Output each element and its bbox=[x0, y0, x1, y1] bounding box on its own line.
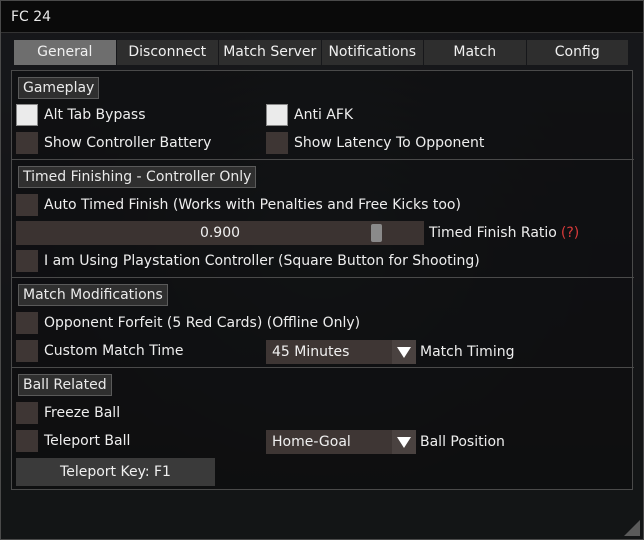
tab-notifications[interactable]: Notifications bbox=[321, 40, 423, 65]
section-divider bbox=[12, 367, 634, 368]
tab-match-server[interactable]: Match Server bbox=[219, 40, 321, 65]
auto-timed-finish-label: Auto Timed Finish (Works with Penalties … bbox=[44, 197, 461, 213]
auto-timed-finish-checkbox[interactable] bbox=[16, 194, 38, 216]
gameplay-header: Gameplay bbox=[18, 77, 100, 99]
custom-match-time-row: Custom Match Time bbox=[16, 340, 184, 362]
anti-afk-checkbox[interactable] bbox=[266, 104, 288, 126]
teleport-key-button[interactable]: Teleport Key: F1 bbox=[16, 458, 215, 486]
match-modifications-header: Match Modifications bbox=[18, 284, 168, 306]
tab-bar: General Disconnect Match Server Notifica… bbox=[14, 40, 628, 65]
window-title[interactable]: FC 24 bbox=[1, 1, 643, 33]
freeze-ball-checkbox[interactable] bbox=[16, 402, 38, 424]
mod-menu-window: FC 24 General Disconnect Match Server No… bbox=[0, 0, 644, 540]
teleport-ball-row: Teleport Ball bbox=[16, 430, 130, 452]
alt-tab-bypass-row: Alt Tab Bypass bbox=[16, 104, 146, 126]
match-timing-dropdown[interactable]: 45 Minutes bbox=[266, 340, 416, 364]
anti-afk-label: Anti AFK bbox=[294, 107, 354, 123]
general-panel: Gameplay Alt Tab Bypass Anti AFK Show Co… bbox=[11, 70, 634, 490]
ball-position-label: Ball Position bbox=[420, 434, 505, 450]
tab-disconnect[interactable]: Disconnect bbox=[116, 40, 218, 65]
alt-tab-bypass-label: Alt Tab Bypass bbox=[44, 107, 146, 123]
teleport-ball-checkbox[interactable] bbox=[16, 430, 38, 452]
timed-finishing-header: Timed Finishing - Controller Only bbox=[18, 166, 257, 188]
slider-thumb[interactable] bbox=[370, 224, 382, 242]
match-timing-label: Match Timing bbox=[420, 344, 515, 360]
opponent-forfeit-label: Opponent Forfeit (5 Red Cards) (Offline … bbox=[44, 315, 361, 331]
custom-match-time-label: Custom Match Time bbox=[44, 343, 184, 359]
timed-finish-ratio-row: Timed Finish Ratio (?) bbox=[429, 221, 579, 245]
show-latency-label: Show Latency To Opponent bbox=[294, 135, 485, 151]
section-divider bbox=[12, 277, 634, 278]
custom-match-time-checkbox[interactable] bbox=[16, 340, 38, 362]
timed-finish-ratio-slider[interactable]: 0.900 bbox=[16, 221, 424, 245]
freeze-ball-label: Freeze Ball bbox=[44, 405, 121, 421]
ball-related-header: Ball Related bbox=[18, 374, 112, 396]
section-divider bbox=[12, 159, 634, 160]
show-controller-battery-label: Show Controller Battery bbox=[44, 135, 212, 151]
auto-timed-finish-row: Auto Timed Finish (Works with Penalties … bbox=[16, 194, 461, 216]
dropdown-arrow-icon[interactable] bbox=[392, 430, 416, 454]
timed-finish-ratio-label: Timed Finish Ratio bbox=[429, 225, 557, 241]
show-latency-checkbox[interactable] bbox=[266, 132, 288, 154]
ball-position-value: Home-Goal bbox=[272, 434, 351, 450]
resize-grip-icon[interactable] bbox=[624, 520, 640, 536]
timed-finish-ratio-value: 0.900 bbox=[199, 225, 241, 241]
playstation-controller-label: I am Using Playstation Controller (Squar… bbox=[44, 253, 480, 269]
ball-position-dropdown[interactable]: Home-Goal bbox=[266, 430, 416, 454]
match-timing-label-row: Match Timing bbox=[420, 340, 514, 364]
alt-tab-bypass-checkbox[interactable] bbox=[16, 104, 38, 126]
show-controller-battery-row: Show Controller Battery bbox=[16, 132, 211, 154]
dropdown-arrow-icon[interactable] bbox=[392, 340, 416, 364]
show-controller-battery-checkbox[interactable] bbox=[16, 132, 38, 154]
playstation-controller-checkbox[interactable] bbox=[16, 250, 38, 272]
ball-position-label-row: Ball Position bbox=[420, 430, 505, 454]
opponent-forfeit-checkbox[interactable] bbox=[16, 312, 38, 334]
tab-config[interactable]: Config bbox=[526, 40, 628, 65]
tab-general[interactable]: General bbox=[14, 40, 116, 65]
teleport-ball-label: Teleport Ball bbox=[44, 433, 131, 449]
help-marker[interactable]: (?) bbox=[561, 225, 579, 241]
freeze-ball-row: Freeze Ball bbox=[16, 402, 120, 424]
match-timing-value: 45 Minutes bbox=[272, 344, 350, 360]
anti-afk-row: Anti AFK bbox=[266, 104, 353, 126]
tab-match[interactable]: Match bbox=[424, 40, 526, 65]
playstation-controller-row: I am Using Playstation Controller (Squar… bbox=[16, 250, 480, 272]
opponent-forfeit-row: Opponent Forfeit (5 Red Cards) (Offline … bbox=[16, 312, 360, 334]
show-latency-row: Show Latency To Opponent bbox=[266, 132, 484, 154]
